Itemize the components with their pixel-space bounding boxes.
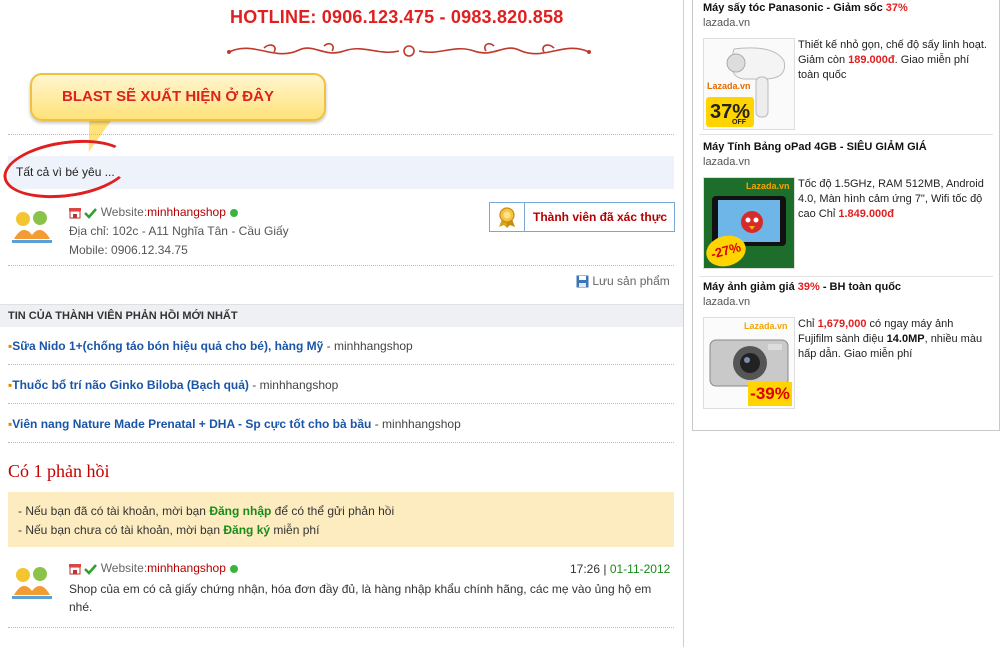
notice-line-register: - Nếu bạn chưa có tài khoản, mời bạn Đăn… bbox=[18, 523, 320, 537]
shop-website-link[interactable]: minhhangshop bbox=[147, 205, 226, 219]
ad-image[interactable]: Lazada.vn -27% bbox=[703, 177, 795, 269]
news-section-title: TIN CỦA THÀNH VIÊN PHẢN HỒI MỚI NHẤT bbox=[8, 310, 238, 322]
divider bbox=[8, 627, 674, 628]
comment-timestamp: 17:26 | 01-11-2012 bbox=[570, 562, 671, 576]
verified-check-icon bbox=[84, 564, 98, 575]
ads-sidebar: Máy sấy tóc Panasonic - Giảm sốc 37% laz… bbox=[692, 0, 1000, 431]
floppy-disk-icon bbox=[576, 275, 589, 288]
login-link[interactable]: Đăng nhập bbox=[209, 504, 271, 518]
verified-check-icon bbox=[84, 208, 98, 219]
discount-badge-sub: OFF bbox=[732, 119, 746, 126]
login-notice: - Nếu bạn đã có tài khoản, mời bạn Đăng … bbox=[8, 492, 674, 547]
shop-address: Địa chỉ: 102c - A11 Nghĩa Tân - Cầu Giấy bbox=[69, 224, 289, 238]
comment-author-link[interactable]: minhhangshop bbox=[147, 561, 226, 575]
list-item: ▪Thuốc bổ trí não Ginko Biloba (Bạch quả… bbox=[8, 378, 339, 392]
ad-domain: lazada.vn bbox=[703, 296, 751, 308]
divider bbox=[8, 364, 674, 365]
ad-brand: Lazada.vn bbox=[746, 181, 790, 191]
ad-domain: lazada.vn bbox=[703, 156, 751, 168]
ad-item[interactable]: Máy sấy tóc Panasonic - Giảm sốc 37% laz… bbox=[703, 2, 991, 130]
comment-body: Shop của em có cả giấy chứng nhận, hóa đ… bbox=[69, 582, 652, 614]
ad-item[interactable]: Máy Tính Bảng oPad 4GB - SIÊU GIẢM GIÁ l… bbox=[703, 141, 991, 269]
save-product-button[interactable]: Lưu sản phẩm bbox=[576, 274, 670, 288]
ad-description: Chỉ 1,679,000 có ngay máy ảnh Fujifilm s… bbox=[798, 318, 983, 360]
ad-brand: Lazada.vn bbox=[707, 81, 751, 91]
website-label: Website: bbox=[100, 561, 148, 575]
save-product-label: Lưu sản phẩm bbox=[592, 274, 670, 288]
highlight-circle bbox=[0, 132, 135, 206]
shop-mobile: Mobile: 0906.12.34.75 bbox=[69, 243, 188, 257]
commenter-avatar[interactable] bbox=[8, 561, 56, 601]
ad-description: Thiết kế nhỏ gọn, chế độ sấy linh hoạt. … bbox=[798, 39, 987, 81]
medal-icon bbox=[499, 207, 515, 228]
notice-line-login: - Nếu bạn đã có tài khoản, mời bạn Đăng … bbox=[18, 504, 395, 518]
website-label: Website: bbox=[100, 205, 148, 219]
ad-domain: lazada.vn bbox=[703, 17, 751, 29]
ad-item[interactable]: Máy ảnh giảm giá 39% - BH toàn quốc laza… bbox=[703, 281, 991, 411]
discount-badge: 37% bbox=[706, 97, 754, 127]
verified-member-badge[interactable]: Thành viên đã xác thực bbox=[489, 202, 675, 232]
ad-image[interactable]: Lazada.vn 37% OFF bbox=[703, 38, 795, 130]
register-link[interactable]: Đăng ký bbox=[223, 523, 270, 537]
reply-count-title: Có 1 phản hồi bbox=[8, 461, 110, 481]
news-author: minhhangshop bbox=[259, 378, 339, 392]
list-item: ▪Sữa Nido 1+(chống táo bón hiệu quả cho … bbox=[8, 339, 413, 353]
news-section-header: TIN CỦA THÀNH VIÊN PHẢN HỒI MỚI NHẤT bbox=[0, 304, 683, 327]
shop-logo[interactable] bbox=[8, 205, 56, 245]
comment-date: 01-11-2012 bbox=[609, 562, 671, 576]
online-status-icon bbox=[230, 564, 239, 573]
ad-title[interactable]: Máy ảnh giảm giá 39% - BH toàn quốc bbox=[703, 281, 991, 293]
ad-image[interactable]: Lazada.vn -39% bbox=[703, 317, 795, 409]
hotline-text: HOTLINE: 0906.123.475 - 0983.820.858 bbox=[230, 7, 564, 27]
news-link[interactable]: Viên nang Nature Made Prenatal + DHA - S… bbox=[12, 417, 371, 431]
store-icon bbox=[69, 563, 81, 575]
list-item: ▪Viên nang Nature Made Prenatal + DHA - … bbox=[8, 417, 461, 431]
verified-label: Thành viên đã xác thực bbox=[533, 210, 668, 224]
online-status-icon bbox=[230, 208, 239, 217]
store-icon bbox=[69, 207, 81, 219]
news-author: minhhangshop bbox=[333, 339, 413, 353]
shop-meta-row: Website:minhhangshop bbox=[69, 205, 239, 219]
news-link[interactable]: Sữa Nido 1+(chống táo bón hiệu quả cho b… bbox=[12, 339, 323, 353]
comment-meta-row: Website:minhhangshop bbox=[69, 561, 239, 575]
ad-title[interactable]: Máy Tính Bảng oPad 4GB - SIÊU GIẢM GIÁ bbox=[703, 141, 991, 153]
ad-brand: Lazada.vn bbox=[744, 321, 788, 331]
main-content: HOTLINE: 0906.123.475 - 0983.820.858 BLA… bbox=[0, 0, 684, 647]
blast-label: BLAST SẼ XUẤT HIỆN Ở ĐÂY bbox=[62, 88, 274, 105]
ad-title[interactable]: Máy sấy tóc Panasonic - Giảm sốc 37% bbox=[703, 2, 991, 14]
divider bbox=[8, 134, 674, 135]
decorative-flourish bbox=[227, 43, 591, 57]
discount-badge: -39% bbox=[748, 382, 792, 406]
divider bbox=[8, 442, 674, 443]
comment-time: 17:26 bbox=[570, 562, 601, 576]
news-author: minhhangshop bbox=[382, 417, 461, 431]
divider bbox=[699, 134, 993, 135]
news-link[interactable]: Thuốc bổ trí não Ginko Biloba (Bạch quả) bbox=[12, 378, 249, 392]
divider bbox=[8, 403, 674, 404]
ad-description: Tốc độ 1.5GHz, RAM 512MB, Android 4.0, M… bbox=[798, 178, 984, 220]
divider bbox=[699, 276, 993, 277]
blast-callout: BLAST SẼ XUẤT HIỆN Ở ĐÂY bbox=[30, 73, 326, 121]
divider bbox=[8, 265, 674, 266]
